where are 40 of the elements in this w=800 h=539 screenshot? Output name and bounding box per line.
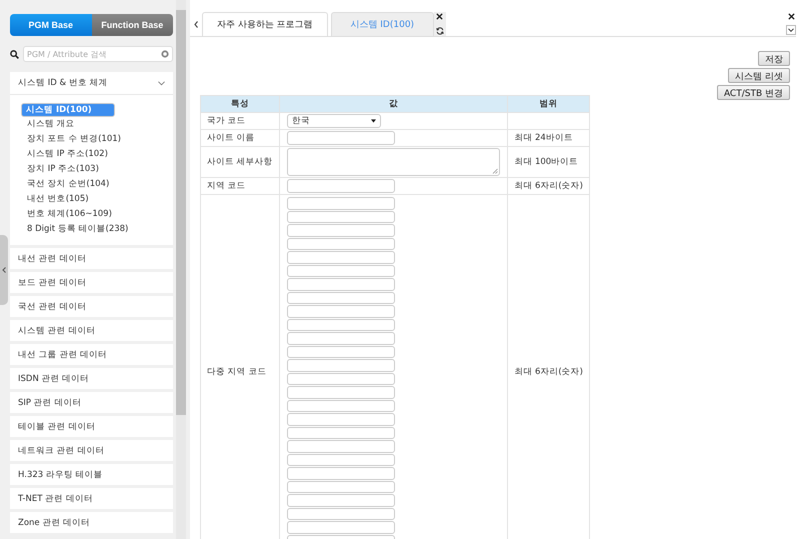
table-cell: 지역 코드: [200, 178, 280, 194]
accordion-header[interactable]: 보드 관련 데이터: [10, 272, 173, 293]
menu-item[interactable]: 내선 번호(105): [21, 192, 164, 207]
accordion-header[interactable]: T-NET 관련 데이터: [10, 488, 173, 509]
menu-item[interactable]: 시스템 IP 주소(102): [21, 147, 164, 162]
accordion-header[interactable]: ISDN 관련 데이터: [10, 368, 173, 389]
dropdown[interactable]: 한국: [287, 114, 381, 128]
table-cell: 사이트 세부사항: [200, 146, 280, 178]
tab[interactable]: 자주 사용하는 프로그램: [202, 12, 328, 36]
accordion-header[interactable]: Zone 관련 데이터: [10, 512, 173, 533]
accordion-header[interactable]: 시스템 ID & 번호 체계: [10, 72, 173, 95]
accordion-header[interactable]: 시스템 관련 데이터: [10, 320, 173, 341]
column-header: 범위: [508, 96, 590, 112]
mode-tab[interactable]: Function Base: [92, 14, 173, 36]
action-button[interactable]: 저장: [758, 51, 790, 66]
accordion-header[interactable]: 국선 관련 데이터: [10, 296, 173, 317]
table-cell: 최대 24바이트: [514, 133, 573, 143]
table-cell: 최대 100바이트: [514, 157, 578, 167]
menu-item[interactable]: 번호 체계(106~109): [21, 207, 164, 222]
accordion-header[interactable]: 내선 그룹 관련 데이터: [10, 344, 173, 365]
action-button[interactable]: ACT/STB 변경: [716, 85, 790, 100]
action-button[interactable]: 시스템 리셋: [728, 68, 790, 83]
menu-item[interactable]: 장치 포트 수 변경(101): [21, 132, 164, 147]
menu-item[interactable]: 국선 장치 순번(104): [21, 177, 164, 192]
accordion-header[interactable]: 네트워크 관련 데이터: [10, 440, 173, 461]
mode-tab[interactable]: PGM Base: [10, 14, 92, 36]
menu-item[interactable]: 장치 IP 주소(103): [21, 162, 164, 177]
table-cell: 최대 6자리(숫자): [514, 181, 583, 191]
accordion-header[interactable]: SIP 관련 데이터: [10, 392, 173, 413]
menu-item[interactable]: 시스템 개요: [21, 117, 164, 132]
column-header: 특성: [200, 96, 280, 112]
table-cell: 다중 지역 코드: [200, 194, 280, 539]
accordion-header[interactable]: H.323 라우팅 테이블: [10, 464, 173, 485]
table-cell: 사이트 이름: [200, 130, 280, 146]
accordion-header[interactable]: 테이블 관련 데이터: [10, 416, 173, 437]
column-header: 값: [280, 96, 508, 112]
accordion-header[interactable]: 내선 관련 데이터: [10, 248, 173, 269]
menu-item[interactable]: 8 Digit 등록 테이블(238): [21, 222, 164, 237]
table-cell: 국가 코드: [200, 112, 280, 130]
table-cell: 최대 6자리(숫자): [514, 366, 583, 376]
